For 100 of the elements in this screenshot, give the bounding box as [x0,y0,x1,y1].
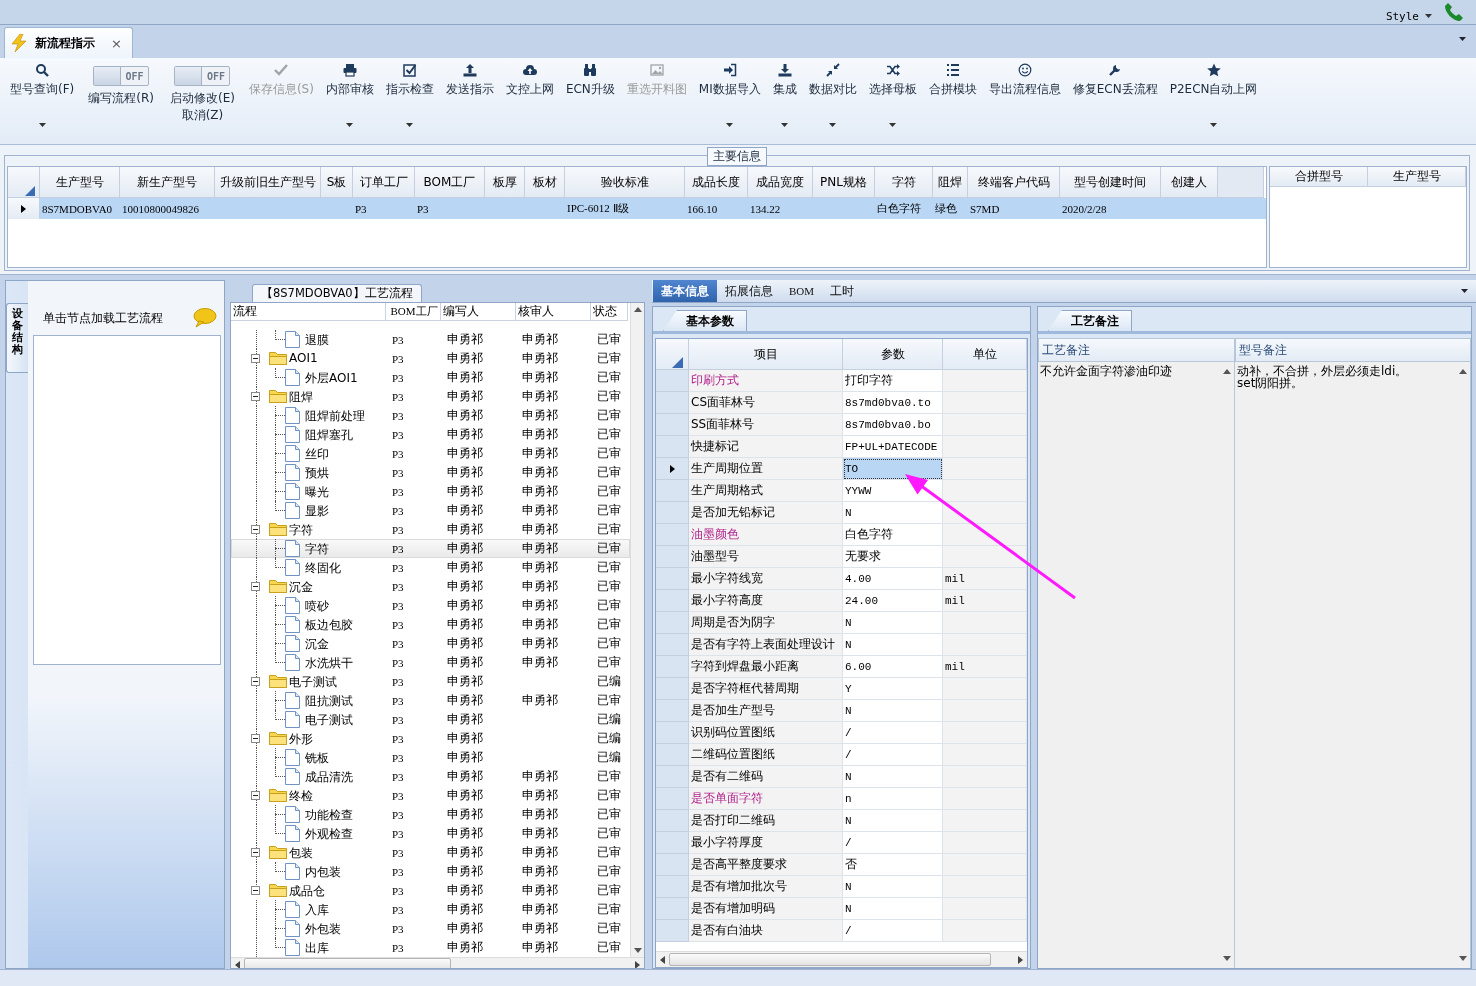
scroll-left-icon[interactable] [235,960,240,968]
tree-node-label[interactable]: 阻抗测试 [305,693,353,710]
scroll-up-icon[interactable] [1459,369,1467,374]
table-cell[interactable]: N [843,634,943,656]
tree-node-label[interactable]: 电子测试 [289,674,337,691]
column-header[interactable]: PNL规格 [813,167,875,198]
tree-node-label[interactable]: 板边包胶 [305,617,353,634]
tree-node-label[interactable]: 预烘 [305,465,329,482]
ribbon-button[interactable]: 指示检查 [379,60,440,124]
tree-node-label[interactable]: 外形 [289,731,313,748]
close-button[interactable]: × [111,35,122,51]
table-cell[interactable]: 24.00 [843,590,943,612]
scroll-up-icon[interactable] [633,307,642,312]
column-header[interactable]: 生产型号 [1368,167,1466,187]
column-header[interactable]: 订单工厂 [353,167,415,198]
row-header[interactable] [656,458,689,480]
ribbon-button[interactable]: 发送指示 [439,60,500,124]
table-cell[interactable]: 否 [843,854,943,876]
table-cell[interactable]: N [843,766,943,788]
column-header[interactable]: 验收标准 [565,167,685,198]
collapse-icon[interactable] [251,848,260,857]
column-header[interactable]: BOM工厂 [415,167,485,198]
column-header[interactable]: 板材 [525,167,565,198]
collapse-icon[interactable] [251,734,260,743]
tab[interactable]: 拓展信息 [717,280,781,302]
tree-node-label[interactable]: 水洗烘干 [305,655,353,672]
column-header[interactable]: 合拼型号 [1270,167,1368,187]
table-cell[interactable]: / [843,744,943,766]
collapse-icon[interactable] [251,886,260,895]
tree-node-label[interactable]: 阻焊 [289,389,313,406]
sub-tab[interactable]: 工艺备注 [1048,310,1132,331]
tree-node-label[interactable]: 曝光 [305,484,329,501]
ribbon-button[interactable]: 导出流程信息 [982,60,1067,124]
ribbon-button[interactable]: 合拼模块 [922,60,983,124]
ribbon-button[interactable]: 选择母板 [862,60,923,124]
ribbon-button[interactable]: 修复ECN丢流程 [1066,60,1164,124]
column-header[interactable]: 项目 [689,339,843,370]
collapse-icon[interactable] [251,525,260,534]
tree-node-label[interactable]: 包装 [289,845,313,862]
ribbon-button[interactable]: 集成 [766,60,803,124]
scroll-down-icon[interactable] [633,948,642,953]
table-cell[interactable]: 6.00 [843,656,943,678]
tree-node-label[interactable]: AOI1 [289,351,318,365]
tree-node-label[interactable]: 电子测试 [305,712,353,729]
scroll-thumb[interactable] [669,953,991,966]
column-header[interactable]: 型号备注 [1235,338,1471,362]
table-cell[interactable]: N [843,876,943,898]
table-cell[interactable]: / [843,832,943,854]
column-header[interactable]: 成品长度 [685,167,748,198]
tree-node-label[interactable]: 终检 [289,788,313,805]
table-cell[interactable]: N [843,700,943,722]
vertical-scrollbar[interactable] [630,303,644,957]
tree-node-label[interactable]: 阻焊塞孔 [305,427,353,444]
tree-node-label[interactable]: 退膜 [305,332,329,349]
table-cell[interactable]: YYWW [843,480,943,502]
document-tab[interactable]: 新流程指示 × [4,27,133,58]
column-header[interactable]: 板厚 [485,167,525,198]
scroll-down-icon[interactable] [1459,956,1467,961]
toggle-label[interactable]: 编写流程(R) [88,90,154,107]
table-cell[interactable]: N [843,898,943,920]
ribbon-button[interactable]: 数据对比 [802,60,863,124]
ribbon-button[interactable]: P2ECN自动上网 [1163,60,1264,124]
collapse-icon[interactable] [251,677,260,686]
collapse-icon[interactable] [251,791,260,800]
column-header[interactable]: BOM工厂 [386,303,441,321]
table-cell[interactable]: 8s7md0bva0.to [843,392,943,414]
table-cell[interactable]: n [843,788,943,810]
tab[interactable]: 基本信息 [653,280,717,302]
tree-node-label[interactable]: 外层AOI1 [305,370,358,387]
column-header[interactable]: S板 [321,167,353,198]
tree-node-label[interactable]: 显影 [305,503,329,520]
tree-node-label[interactable]: 外包装 [305,921,341,938]
tree-node-label[interactable]: 内包装 [305,864,341,881]
table-cell[interactable]: N [843,502,943,524]
toggle-switch[interactable]: OFF [174,66,231,86]
column-header[interactable]: 参数 [843,339,943,370]
table-row[interactable]: 8S7MDOBVA0 10010800049826 P3 P3 IPC-6012 Ⅱ级 166.10 134.22 白色字符 绿色 S7MD 2020/2/28 [8,198,1266,219]
column-header[interactable]: 升级前旧生产型号 [215,167,321,198]
table-cell[interactable]: N [843,612,943,634]
horizontal-scrollbar[interactable] [656,951,1027,967]
table-cell[interactable]: / [843,920,943,942]
sub-tab[interactable]: 基本参数 [663,310,747,331]
tree-node-label[interactable]: 铣板 [305,750,329,767]
tab[interactable]: 工时 [822,280,863,302]
scroll-up-icon[interactable] [1223,369,1231,374]
tree-node-label[interactable]: 沉金 [289,579,313,596]
side-tab[interactable]: 设备结构 [6,303,28,373]
tree-node-label[interactable]: 喷砂 [305,598,329,615]
column-header[interactable]: 单位 [943,339,1027,370]
column-header[interactable]: 生产型号 [40,167,120,198]
ribbon-button[interactable]: 内部审核 [319,60,380,124]
ribbon-button[interactable]: 型号查询(F) [4,60,81,124]
tree-node-label[interactable]: 丝印 [305,446,329,463]
scroll-down-icon[interactable] [1223,956,1231,961]
tree-node-label[interactable]: 阻焊前处理 [305,408,365,425]
column-header[interactable]: 终端客户代码 [968,167,1060,198]
tree-node-label[interactable]: 沉金 [305,636,329,653]
toggle-switch[interactable]: OFF [93,66,150,86]
tree-node-label[interactable]: 字符 [305,541,329,558]
column-header[interactable]: 阻焊 [933,167,968,198]
